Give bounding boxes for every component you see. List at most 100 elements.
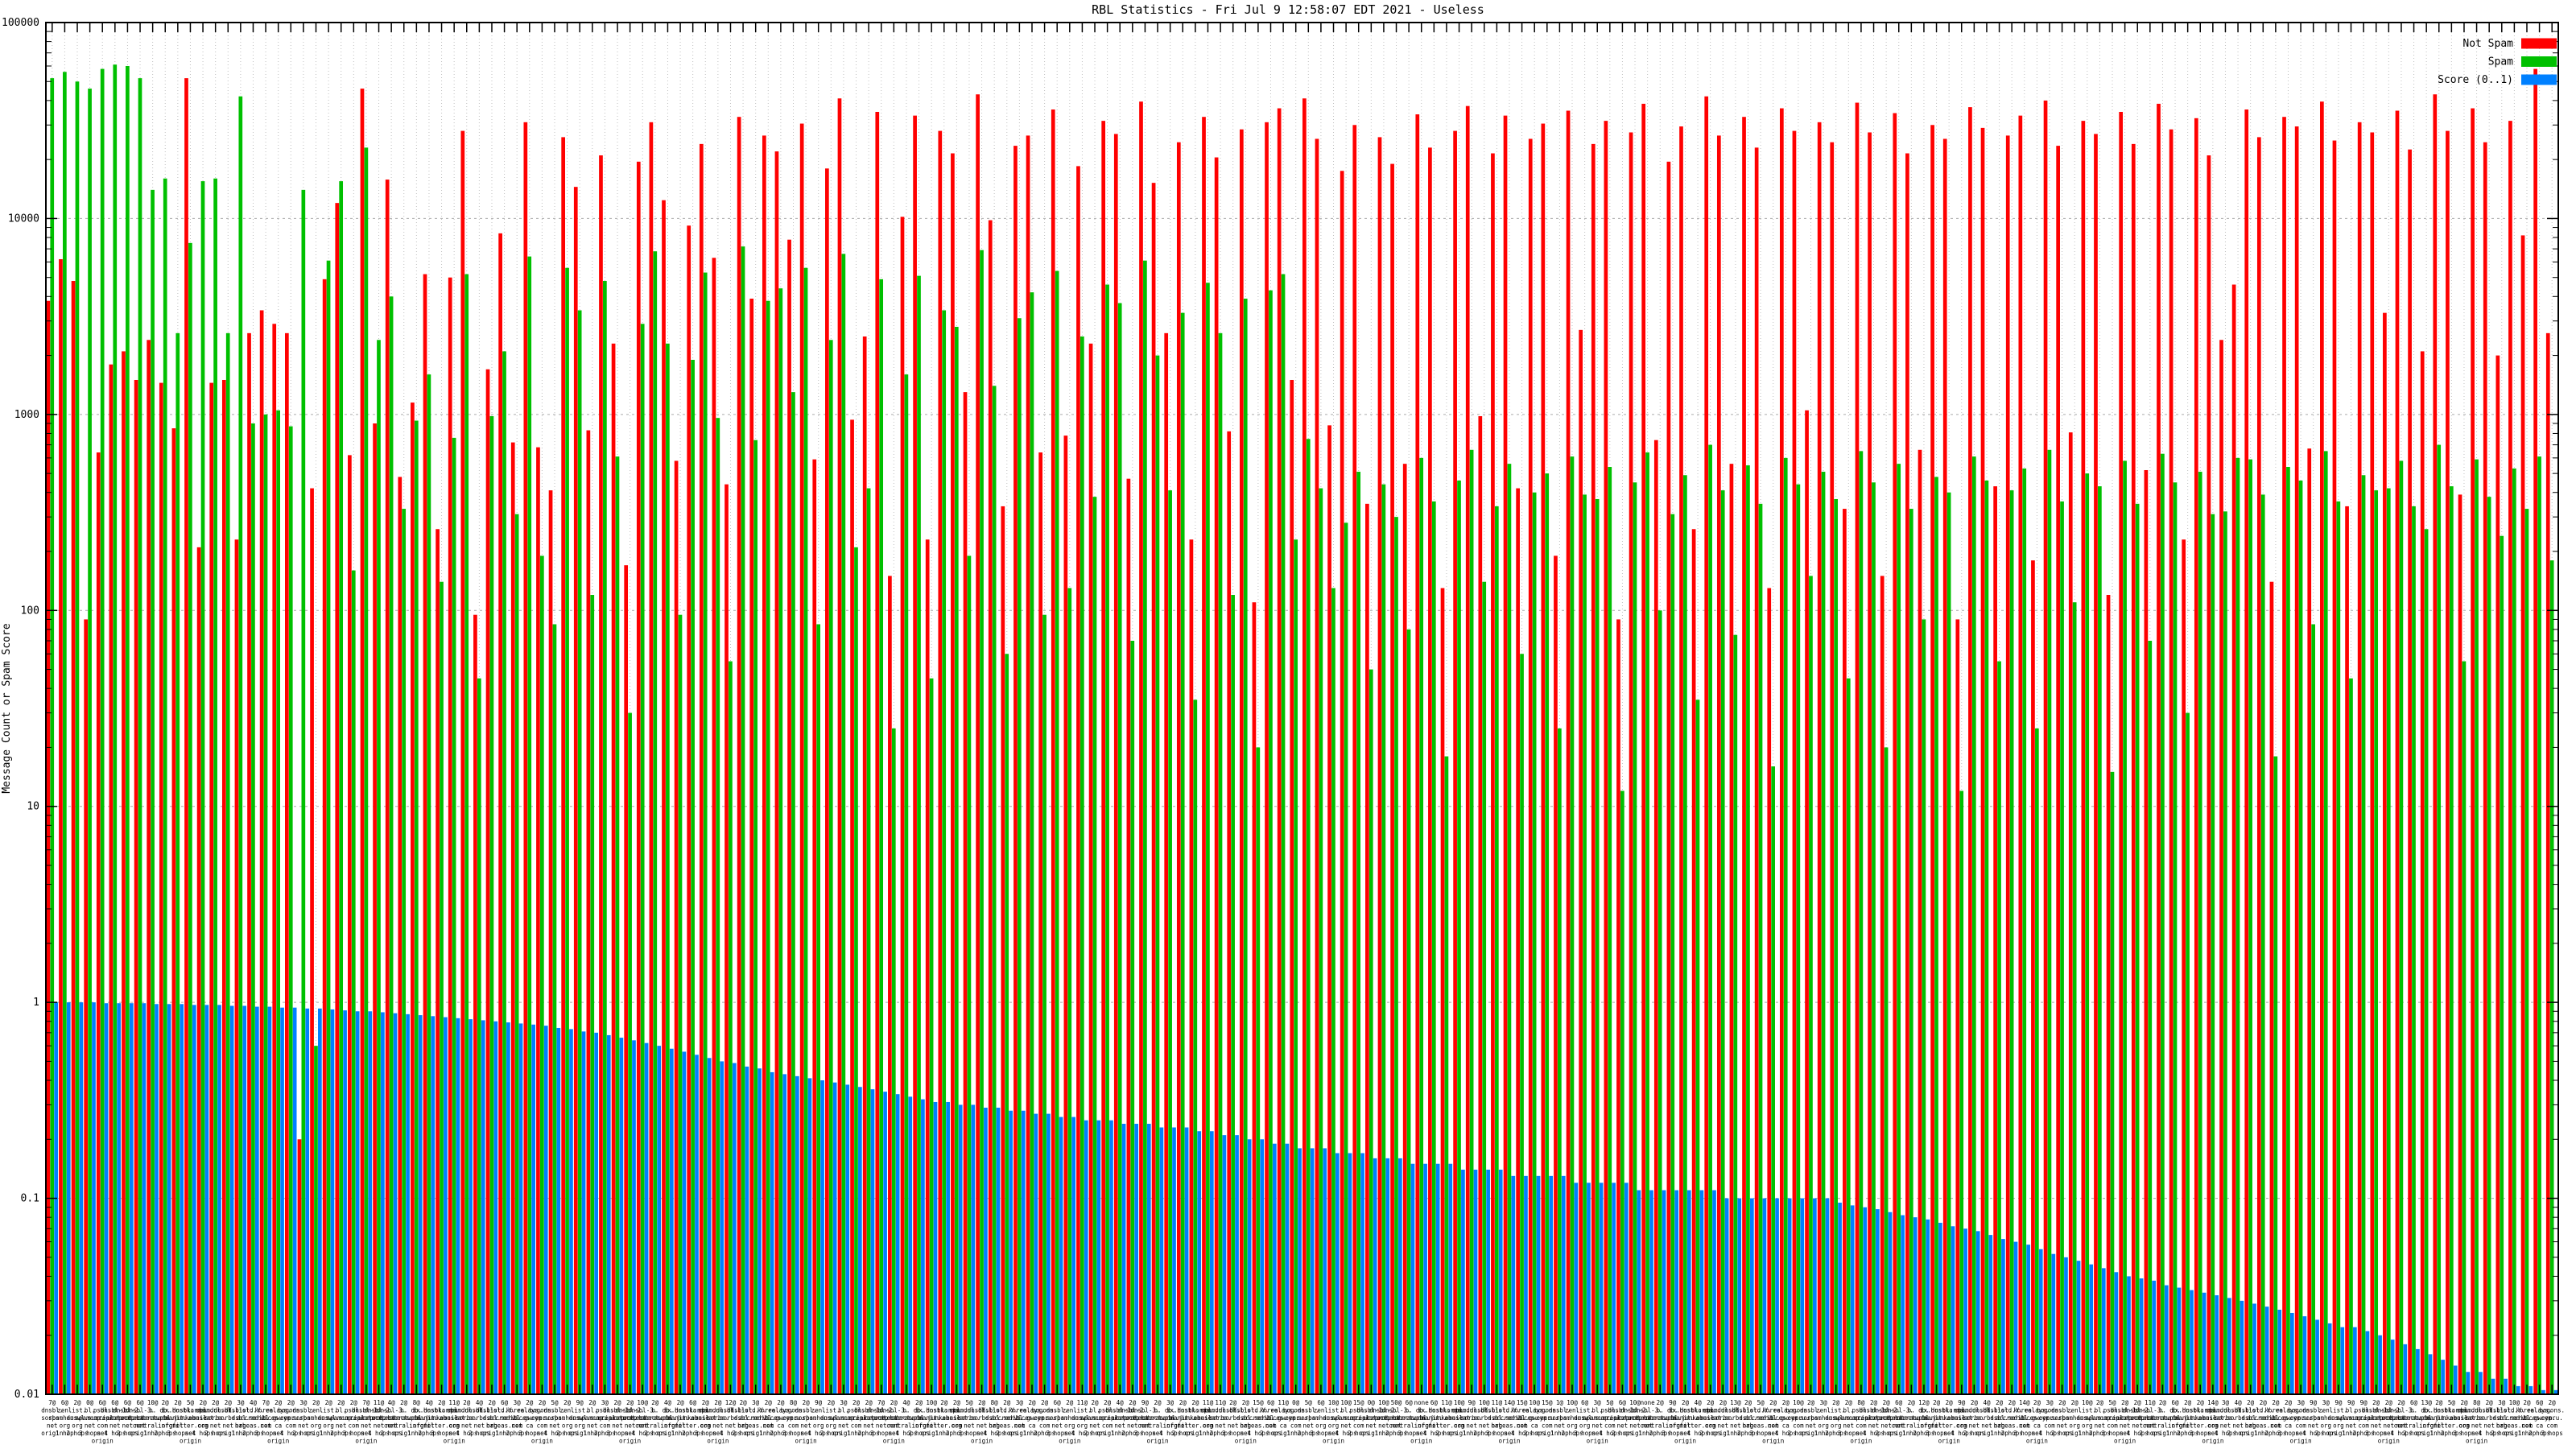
bar-not-spam	[2370, 132, 2374, 1394]
x-tick-label: 2@	[438, 1399, 446, 1406]
x-tick-label: 6@	[1430, 1399, 1439, 1406]
bar-not-spam	[1567, 110, 1571, 1394]
bar-spam	[1067, 588, 1071, 1394]
bar-not-spam	[2508, 121, 2512, 1394]
bar-not-spam	[59, 259, 63, 1394]
x-tick-label: origin	[1850, 1438, 1872, 1445]
legend-swatch	[2521, 75, 2557, 85]
bar-not-spam	[749, 299, 753, 1394]
bar-score	[845, 1084, 849, 1394]
bar-not-spam	[1478, 416, 1482, 1394]
bar-not-spam	[1026, 135, 1030, 1394]
x-tick-label: net	[2384, 1422, 2395, 1430]
bar-not-spam	[2031, 560, 2035, 1394]
x-tick-label: 3@	[2322, 1399, 2330, 1406]
x-tick-label: 4@	[476, 1399, 484, 1406]
x-tick-label: net	[2521, 1422, 2533, 1430]
bar-score	[2202, 1293, 2207, 1394]
bar-not-spam	[2132, 144, 2136, 1394]
bar-spam	[1269, 291, 1273, 1394]
bar-not-spam	[147, 340, 151, 1394]
bar-not-spam	[523, 122, 527, 1394]
bar-not-spam	[398, 477, 402, 1394]
bar-not-spam	[1717, 135, 1721, 1394]
bar-score	[1059, 1117, 1063, 1394]
bar-score	[2479, 1372, 2483, 1394]
bar-score	[1273, 1144, 1277, 1394]
x-tick-label: 6@	[1619, 1399, 1627, 1406]
bar-score	[2089, 1265, 2093, 1394]
bar-spam	[2211, 514, 2215, 1394]
x-tick-label: net	[361, 1422, 372, 1430]
bar-score	[2454, 1365, 2458, 1394]
x-tick-label: com	[349, 1422, 360, 1430]
bar-score	[1700, 1191, 1704, 1395]
y-tick-label: 100000	[2, 17, 39, 29]
x-tick-label: cymru.	[2541, 1414, 2563, 1422]
x-tick-label: origin	[92, 1438, 114, 1445]
bar-score	[2001, 1239, 2005, 1394]
bar-not-spam	[1051, 109, 1055, 1394]
bar-score	[1373, 1158, 1377, 1394]
bar-not-spam	[662, 200, 666, 1394]
y-tick-label: 10	[27, 801, 39, 813]
x-tick-label: 2@	[2523, 1399, 2531, 1406]
x-tick-label: org	[574, 1422, 585, 1430]
x-tick-label: 2@	[828, 1399, 836, 1406]
bar-spam	[2174, 482, 2178, 1394]
bar-not-spam	[2145, 470, 2149, 1394]
bar-not-spam	[197, 547, 201, 1394]
x-tick-label: 15@	[1253, 1399, 1264, 1406]
bar-score	[1423, 1164, 1427, 1394]
x-tick-label: net	[1303, 1422, 1315, 1430]
bar-spam	[502, 351, 506, 1394]
bar-score	[695, 1055, 699, 1394]
bar-not-spam	[1227, 431, 1231, 1394]
bar-score	[908, 1096, 912, 1394]
x-tick-label: ca	[1028, 1422, 1035, 1430]
x-tick-label: 2@	[174, 1399, 182, 1406]
bar-score	[293, 1008, 297, 1394]
bar-spam	[1696, 700, 1700, 1394]
bar-spam	[1307, 439, 1311, 1394]
bar-not-spam	[1616, 619, 1620, 1394]
bar-not-spam	[875, 112, 879, 1394]
x-tick-label: 3@	[2046, 1399, 2054, 1406]
bar-spam	[1620, 791, 1624, 1394]
bar-score	[2115, 1272, 2119, 1394]
x-tick-label: 6@	[1895, 1399, 1903, 1406]
x-tick-label: com	[537, 1422, 548, 1430]
bar-spam	[1143, 261, 1147, 1394]
bar-spam	[2337, 502, 2341, 1394]
bar-not-spam	[1667, 162, 1671, 1394]
x-tick-label: b.	[2410, 1407, 2417, 1414]
bar-not-spam	[1905, 154, 1909, 1395]
x-tick-label: net	[1591, 1422, 1603, 1430]
bar-spam	[2425, 529, 2429, 1394]
x-tick-label: 2@	[651, 1399, 659, 1406]
bar-not-spam	[1805, 411, 1809, 1394]
bar-spam	[101, 69, 105, 1394]
bar-not-spam	[2219, 340, 2223, 1394]
bar-not-spam	[1315, 138, 1319, 1394]
bar-spam	[314, 1046, 318, 1394]
bar-spam	[452, 438, 456, 1394]
bar-spam	[753, 440, 758, 1394]
x-tick-label: net	[461, 1422, 473, 1430]
x-tick-label: net	[1718, 1422, 1729, 1430]
bar-spam	[2161, 454, 2165, 1394]
y-tick-label: 0.1	[21, 1193, 39, 1205]
x-tick-label: 6@	[1054, 1399, 1062, 1406]
x-tick-label: 2@	[287, 1399, 295, 1406]
x-tick-label: 2@	[2071, 1399, 2079, 1406]
x-tick-label: origin	[1938, 1438, 1960, 1445]
x-tick-label: net	[1014, 1422, 1026, 1430]
x-tick-label: 2@	[2058, 1399, 2066, 1406]
x-tick-label: org	[1077, 1422, 1088, 1430]
bar-not-spam	[1943, 138, 1947, 1394]
bar-not-spam	[172, 428, 176, 1394]
bar-spam	[2462, 661, 2467, 1394]
x-tick-label: org	[2321, 1422, 2332, 1430]
bar-score	[1009, 1111, 1013, 1394]
bar-spam	[1922, 619, 1926, 1394]
